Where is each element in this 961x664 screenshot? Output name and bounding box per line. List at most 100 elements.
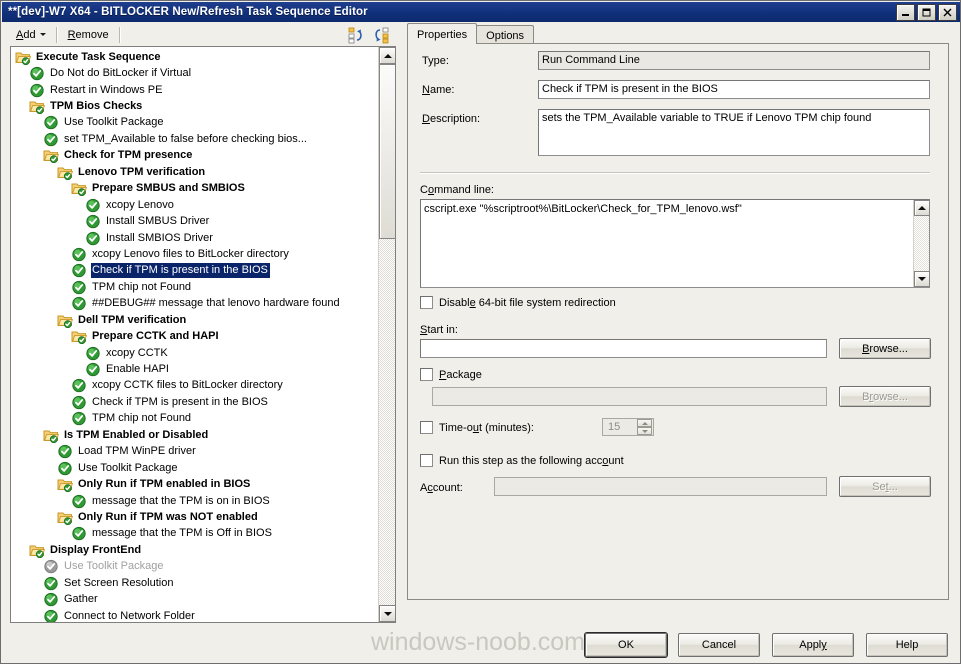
chevron-down-icon	[39, 33, 46, 37]
start-in-browse-button[interactable]: Browse...	[839, 338, 931, 359]
toolbar-right-group	[348, 27, 396, 44]
cmd-scroll-up-button[interactable]	[914, 200, 930, 216]
tree-item[interactable]: Install SMBUS Driver	[11, 213, 379, 229]
task-step-icon	[43, 559, 59, 574]
tree-item[interactable]: Prepare SMBUS and SMBIOS	[11, 181, 379, 197]
tree-item-label: TPM Bios Checks	[50, 100, 143, 113]
tree-item[interactable]: Install SMBIOS Driver	[11, 230, 379, 246]
run-as-checkbox[interactable]	[420, 454, 433, 467]
dialog-footer: OK Cancel Apply Help	[1, 625, 960, 663]
task-step-icon	[85, 214, 101, 229]
timeout-row[interactable]: Time-out (minutes):	[420, 421, 534, 434]
task-step-icon	[85, 198, 101, 213]
tree-item[interactable]: Prepare CCTK and HAPI	[11, 328, 379, 345]
scroll-up-button[interactable]	[379, 47, 395, 64]
tab-properties[interactable]: Properties	[407, 23, 478, 44]
tree-item[interactable]: Only Run if TPM enabled in BIOS	[11, 476, 379, 493]
tree-item[interactable]: Restart in Windows PE	[11, 82, 379, 98]
scrollbar-thumb[interactable]	[379, 64, 395, 239]
ok-button-label: OK	[618, 639, 634, 651]
start-in-label: Start in:	[420, 324, 458, 336]
tree-item[interactable]: set TPM_Available to false before checki…	[11, 131, 379, 147]
tree-item[interactable]: xcopy CCTK files to BitLocker directory	[11, 378, 379, 394]
tree-item[interactable]: message that the TPM is on in BIOS	[11, 493, 379, 509]
tree-vertical-scrollbar[interactable]	[378, 47, 395, 622]
description-label: Description:	[422, 113, 481, 125]
tree-item-label: set TPM_Available to false before checki…	[64, 132, 307, 145]
task-step-icon	[29, 83, 45, 98]
close-button[interactable]	[938, 4, 957, 21]
move-step-up-icon[interactable]	[348, 27, 366, 44]
tree-item[interactable]: Is TPM Enabled or Disabled	[11, 427, 379, 443]
move-step-down-icon[interactable]	[372, 27, 390, 44]
maximize-button[interactable]	[917, 4, 936, 21]
remove-button[interactable]: Remove	[62, 27, 115, 44]
tree-item[interactable]: Gather	[11, 591, 379, 607]
tree-item[interactable]: TPM chip not Found	[11, 411, 379, 427]
start-in-input[interactable]	[420, 339, 827, 358]
tree-item[interactable]: TPM Bios Checks	[11, 98, 379, 115]
tree-item[interactable]: Only Run if TPM was NOT enabled	[11, 509, 379, 526]
task-step-icon	[71, 280, 87, 295]
disable-redirection-row[interactable]: Disable 64-bit file system redirection	[420, 296, 616, 309]
tree-item-label: xcopy Lenovo files to BitLocker director…	[92, 247, 289, 260]
tree-item[interactable]: Use Toolkit Package	[11, 559, 379, 575]
tree-item-label: Only Run if TPM enabled in BIOS	[78, 478, 251, 491]
tree-item[interactable]: message that the TPM is Off in BIOS	[11, 526, 379, 542]
description-input[interactable]: sets the TPM_Available variable to TRUE …	[538, 109, 930, 156]
folder-group-icon	[71, 329, 88, 345]
package-checkbox[interactable]	[420, 368, 433, 381]
disable-redirection-checkbox[interactable]	[420, 296, 433, 309]
tree-item[interactable]: Check if TPM is present in the BIOS	[11, 394, 379, 410]
name-input[interactable]: Check if TPM is present in the BIOS	[538, 80, 930, 99]
tree-item-label: Is TPM Enabled or Disabled	[64, 428, 209, 441]
tree-item[interactable]: xcopy Lenovo files to BitLocker director…	[11, 246, 379, 262]
tree-item[interactable]: Do Not do BitLocker if Virtual	[11, 65, 379, 81]
tree-item[interactable]: Use Toolkit Package	[11, 115, 379, 131]
task-step-icon	[71, 296, 87, 311]
tree-item-label: Only Run if TPM was NOT enabled	[78, 510, 258, 523]
tree-item[interactable]: Display FrontEnd	[11, 542, 379, 558]
cmd-scroll-down-button[interactable]	[914, 271, 930, 287]
tree-item[interactable]: Connect to Network Folder	[11, 608, 379, 622]
tree-item-label: Dell TPM verification	[78, 313, 187, 326]
tree-item[interactable]: Use Toolkit Package	[11, 460, 379, 476]
task-step-icon	[85, 231, 101, 246]
task-step-icon	[71, 263, 87, 278]
tab-options[interactable]: Options	[476, 25, 535, 44]
tree-item[interactable]: ##DEBUG## message that lenovo hardware f…	[11, 296, 379, 312]
tree-item[interactable]: Check if TPM is present in the BIOS	[11, 263, 379, 279]
ok-button[interactable]: OK	[585, 633, 667, 657]
apply-button[interactable]: Apply	[772, 633, 854, 657]
minimize-button[interactable]	[896, 4, 915, 21]
section-divider	[420, 172, 930, 174]
tree-item[interactable]: Check for TPM presence	[11, 148, 379, 164]
tree-item[interactable]: TPM chip not Found	[11, 279, 379, 295]
tree-items-container: Execute Task Sequence Do Not do BitLocker…	[11, 49, 379, 622]
tree-item[interactable]: xcopy Lenovo	[11, 197, 379, 213]
run-as-row[interactable]: Run this step as the following account	[420, 454, 624, 467]
tree-item[interactable]: Dell TPM verification	[11, 312, 379, 328]
tree-item-label: Connect to Network Folder	[64, 609, 195, 622]
tree-item-label: Use Toolkit Package	[64, 560, 164, 573]
command-line-input[interactable]: cscript.exe "%scriptroot%\BitLocker\Chec…	[420, 199, 930, 288]
apply-button-label: Apply	[799, 639, 827, 651]
package-row[interactable]: Package	[420, 368, 482, 381]
add-button[interactable]: Add	[10, 27, 52, 44]
tree-item[interactable]: Load TPM WinPE driver	[11, 444, 379, 460]
command-line-scrollbar[interactable]	[913, 200, 930, 287]
cancel-button[interactable]: Cancel	[678, 633, 760, 657]
timeout-checkbox[interactable]	[420, 421, 433, 434]
tree-item[interactable]: Execute Task Sequence	[11, 49, 379, 65]
toolbar-separator-2	[118, 27, 121, 43]
folder-group-icon	[43, 428, 60, 443]
command-line-label: Command line:	[420, 184, 494, 196]
tree-item[interactable]: Lenovo TPM verification	[11, 164, 379, 180]
tree-item[interactable]: xcopy CCTK	[11, 345, 379, 361]
scroll-down-button[interactable]	[379, 605, 395, 622]
help-button[interactable]: Help	[866, 633, 948, 657]
triangle-down-icon	[383, 611, 392, 616]
tree-item[interactable]: Set Screen Resolution	[11, 575, 379, 591]
task-sequence-tree[interactable]: Execute Task Sequence Do Not do BitLocker…	[10, 46, 396, 623]
tree-item[interactable]: Enable HAPI	[11, 361, 379, 377]
